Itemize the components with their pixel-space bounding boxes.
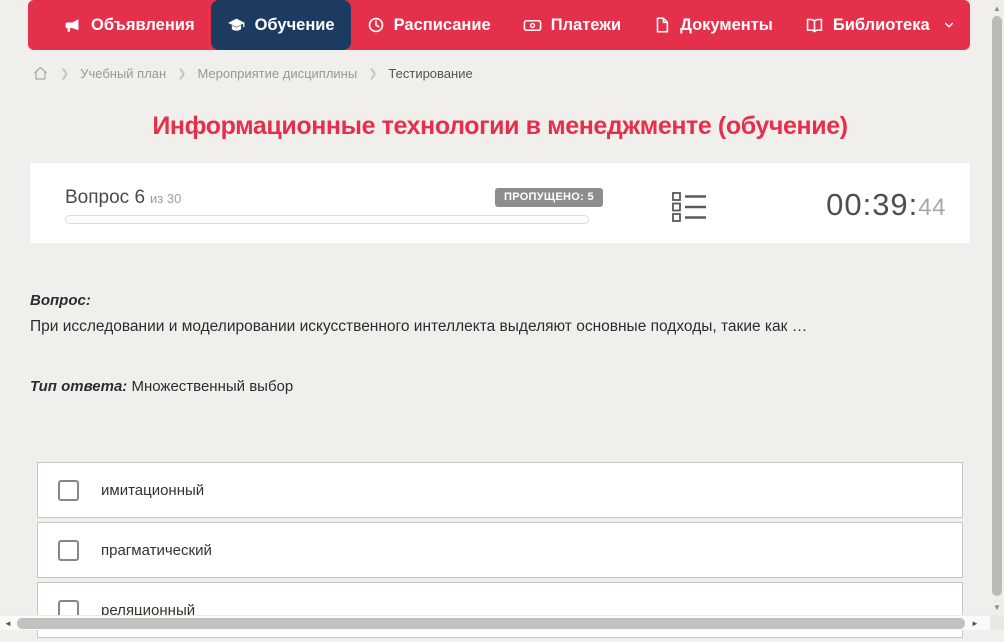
home-icon[interactable] — [32, 65, 49, 82]
scroll-down-arrow[interactable]: ▼ — [990, 600, 1004, 614]
breadcrumb-separator: ❯ — [368, 67, 378, 80]
scrollbar-corner — [990, 615, 1004, 630]
skipped-badge: ПРОПУЩЕНО: 5 — [495, 188, 603, 207]
nav-item-learning[interactable]: Обучение — [210, 0, 351, 50]
question-counter: Вопрос 6 из 30 — [65, 187, 181, 209]
document-icon — [653, 16, 671, 34]
question-total: из 30 — [150, 191, 182, 206]
nav-item-library[interactable]: Библиотека — [789, 0, 971, 50]
breadcrumb-separator: ❯ — [177, 67, 187, 80]
answer-type-value: Множественный выбор — [131, 378, 294, 395]
nav-item-announcements[interactable]: Объявления — [48, 0, 211, 50]
option-checkbox[interactable] — [58, 479, 79, 501]
horizontal-scrollbar[interactable]: ◄ ► — [0, 615, 990, 630]
option-checkbox[interactable] — [58, 539, 79, 561]
progress-bar — [65, 215, 589, 224]
vertical-scroll-thumb[interactable] — [992, 16, 1002, 596]
nav-item-schedule[interactable]: Расписание — [351, 0, 507, 50]
megaphone-icon — [64, 16, 82, 34]
scroll-right-arrow[interactable]: ► — [968, 616, 982, 631]
nav-item-label: Платежи — [550, 15, 622, 34]
answer-type-label: Тип ответа: — [30, 378, 128, 395]
breadcrumb-item-discipline-event[interactable]: Мероприятие дисциплины — [197, 66, 357, 81]
option-label: прагматический — [101, 541, 212, 559]
breadcrumb: ❯ Учебный план ❯ Мероприятие дисциплины … — [32, 63, 473, 83]
timer: 00:39:44 — [826, 187, 946, 223]
clock-icon — [367, 16, 385, 34]
scroll-up-arrow[interactable]: ▲ — [990, 1, 1004, 15]
breadcrumb-item-curriculum[interactable]: Учебный план — [80, 66, 166, 81]
book-icon — [805, 16, 824, 35]
breadcrumb-item-testing: Тестирование — [388, 65, 473, 81]
page-title: Информационные технологии в менеджменте … — [152, 112, 848, 140]
nav-item-label: Объявления — [91, 15, 195, 34]
nav-item-documents[interactable]: Документы — [637, 0, 789, 50]
option-label: имитационный — [101, 481, 205, 499]
chevron-down-icon — [943, 19, 955, 31]
answer-option[interactable]: имитационный — [37, 462, 963, 518]
nav-item-label: Расписание — [393, 15, 491, 34]
answer-type: Тип ответа: Множественный выбор — [30, 378, 293, 395]
question-list-button[interactable] — [672, 191, 708, 223]
graduation-cap-icon — [227, 16, 246, 35]
timer-seconds: 44 — [918, 194, 946, 221]
question-number: Вопрос 6 — [65, 187, 146, 208]
nav-item-label: Библиотека — [832, 15, 930, 34]
breadcrumb-separator: ❯ — [60, 67, 70, 80]
scroll-left-arrow[interactable]: ◄ — [1, 616, 15, 631]
main-nav: Объявления Обучение Расписание Платежи Д… — [28, 0, 970, 50]
vertical-scrollbar[interactable]: ▲ ▼ — [990, 0, 1004, 615]
test-header-card: Вопрос 6 из 30 ПРОПУЩЕНО: 5 00:39:44 — [30, 163, 970, 243]
question-label: Вопрос: — [30, 292, 91, 309]
nav-item-payments[interactable]: Платежи — [507, 0, 637, 50]
nav-item-label: Документы — [680, 15, 773, 34]
nav-item-label: Обучение — [254, 15, 335, 34]
timer-minutes: 00:39: — [826, 187, 919, 222]
horizontal-scroll-thumb[interactable] — [17, 618, 965, 629]
answer-option[interactable]: прагматический — [37, 522, 963, 578]
question-text: При исследовании и моделировании искусст… — [30, 318, 808, 335]
payment-icon — [523, 16, 542, 35]
